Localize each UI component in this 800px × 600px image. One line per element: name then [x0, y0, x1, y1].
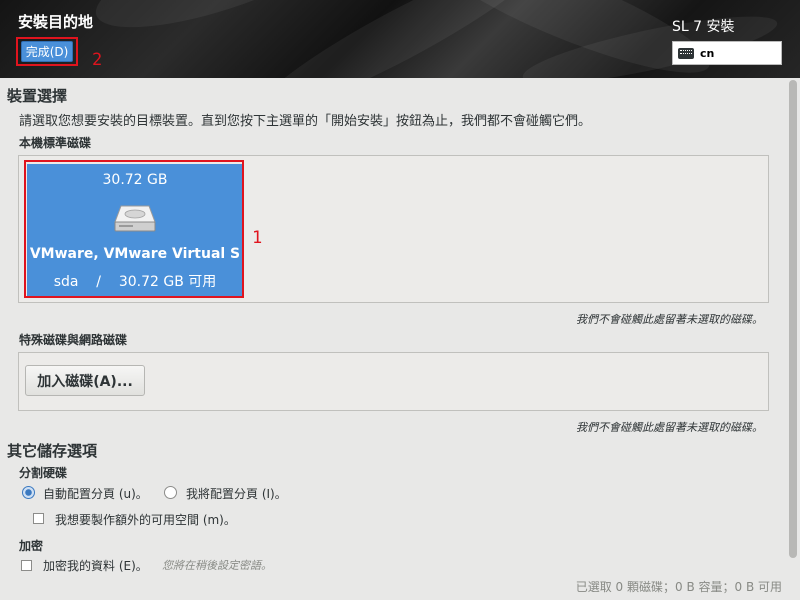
header-background-feather — [85, 0, 355, 49]
encrypt-label[interactable]: 加密我的資料 (E)。 — [43, 557, 148, 574]
header-bar: 安裝目的地 完成(D) 2 SL 7 安裝 cn — [0, 0, 800, 78]
keyboard-icon — [678, 47, 694, 59]
device-selection-heading: 裝置選擇 — [7, 87, 68, 105]
encrypt-hint: 您將在稍後設定密語。 — [162, 559, 272, 572]
encryption-heading: 加密 — [19, 539, 44, 553]
page-title: 安裝目的地 — [18, 13, 94, 31]
auto-partition-label[interactable]: 自動配置分頁 (u)。 — [43, 485, 148, 502]
scrollbar[interactable] — [789, 80, 797, 558]
annotation-box-2 — [16, 37, 78, 66]
partitioning-heading: 分割硬碟 — [19, 466, 68, 480]
keyboard-layout-indicator[interactable]: cn — [672, 41, 782, 65]
other-storage-heading: 其它儲存選項 — [7, 442, 98, 460]
manual-partition-radio[interactable] — [164, 486, 177, 499]
special-disks-heading: 特殊磁碟與網路磁碟 — [19, 333, 128, 347]
product-title: SL 7 安裝 — [672, 19, 735, 35]
keyboard-layout-label: cn — [700, 46, 715, 60]
local-disks-heading: 本機標準磁碟 — [19, 136, 92, 150]
annotation-box-1 — [24, 160, 244, 298]
special-disks-note: 我們不會碰觸此處留著未選取的磁碟。 — [576, 421, 763, 434]
encrypt-checkbox[interactable] — [21, 560, 32, 571]
annotation-label-1: 1 — [252, 228, 263, 248]
manual-partition-label[interactable]: 我將配置分頁 (I)。 — [186, 485, 287, 502]
auto-partition-radio[interactable] — [22, 486, 35, 499]
extra-space-label[interactable]: 我想要製作額外的可用空間 (m)。 — [55, 511, 236, 528]
add-disk-button[interactable]: 加入磁碟(A)... — [25, 365, 145, 396]
local-disks-note: 我們不會碰觸此處留著未選取的磁碟。 — [576, 313, 763, 326]
selection-summary[interactable]: 已選取 0 顆磁碟；0 B 容量；0 B 可用 — [576, 578, 782, 595]
extra-space-checkbox[interactable] — [33, 513, 44, 524]
device-selection-description: 請選取您想要安裝的目標裝置。直到您按下主選單的「開始安裝」按鈕為止，我們都不會碰… — [19, 114, 592, 129]
annotation-label-2: 2 — [92, 50, 103, 70]
